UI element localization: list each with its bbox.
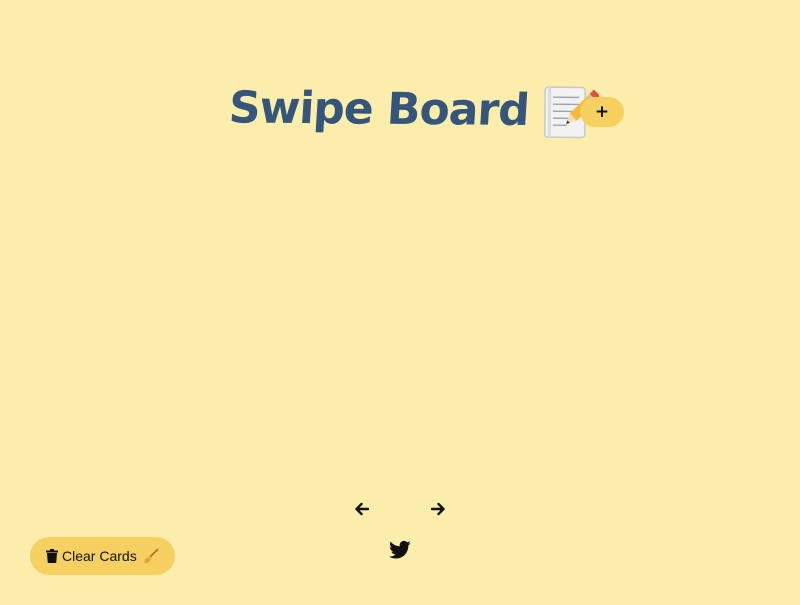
add-card-button[interactable]: + — [580, 97, 624, 127]
clear-cards-button[interactable]: Clear Cards — [30, 537, 175, 575]
arrow-left-icon[interactable] — [352, 499, 372, 519]
page: Swipe Board + Clear Cards — [0, 0, 800, 605]
page-title-text: Swipe Board — [227, 81, 531, 136]
twitter-icon[interactable] — [389, 540, 411, 560]
broom-icon — [143, 548, 159, 564]
clear-cards-label: Clear Cards — [62, 548, 137, 564]
trash-icon — [46, 549, 58, 563]
arrow-right-icon[interactable] — [428, 499, 448, 519]
page-title: Swipe Board — [227, 78, 601, 139]
